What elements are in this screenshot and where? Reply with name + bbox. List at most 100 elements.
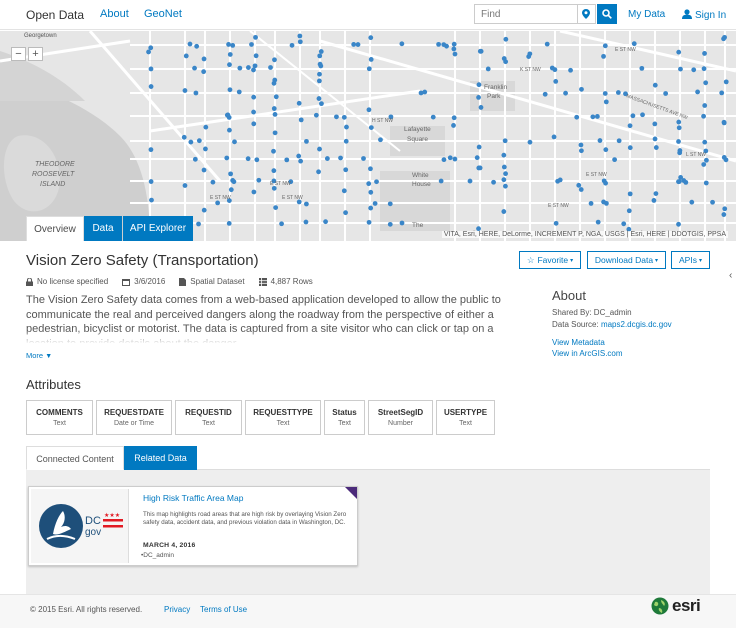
incident-point[interactable]	[378, 137, 383, 143]
incident-point[interactable]	[224, 155, 230, 161]
data-source-link[interactable]: maps2.dcgis.dc.gov	[601, 320, 672, 329]
incident-point[interactable]	[702, 139, 708, 145]
incident-point[interactable]	[272, 77, 278, 83]
incident-point[interactable]	[148, 147, 154, 153]
incident-point[interactable]	[148, 84, 154, 89]
incident-point[interactable]	[289, 42, 295, 48]
tab-overview[interactable]: Overview	[26, 216, 84, 241]
incident-point[interactable]	[268, 65, 273, 70]
incident-point[interactable]	[438, 178, 444, 184]
incident-point[interactable]	[368, 125, 374, 131]
incident-point[interactable]	[467, 178, 473, 184]
incident-point[interactable]	[578, 148, 584, 154]
incident-point[interactable]	[196, 138, 202, 144]
incident-point[interactable]	[344, 124, 349, 130]
incident-point[interactable]	[399, 220, 405, 226]
incident-point[interactable]	[639, 65, 645, 71]
view-metadata-link[interactable]: View Metadata	[552, 338, 605, 347]
incident-point[interactable]	[430, 114, 436, 120]
incident-point[interactable]	[271, 168, 277, 174]
incident-point[interactable]	[251, 94, 257, 100]
incident-point[interactable]	[249, 42, 254, 47]
incident-point[interactable]	[612, 157, 618, 163]
incident-point[interactable]	[663, 91, 669, 96]
incident-point[interactable]	[652, 121, 658, 127]
chevron-left-icon[interactable]: ‹	[729, 270, 732, 281]
privacy-link[interactable]: Privacy	[164, 605, 190, 614]
incident-point[interactable]	[317, 53, 323, 59]
esri-logo[interactable]: esri	[651, 596, 701, 616]
incident-point[interactable]	[366, 219, 372, 225]
incident-point[interactable]	[374, 179, 379, 185]
incident-point[interactable]	[251, 109, 256, 115]
incident-point[interactable]	[316, 96, 322, 101]
incident-point[interactable]	[228, 171, 233, 177]
incident-point[interactable]	[551, 134, 557, 140]
incident-point[interactable]	[251, 189, 257, 195]
incident-point[interactable]	[343, 138, 349, 144]
incident-point[interactable]	[594, 114, 600, 119]
incident-point[interactable]	[192, 65, 197, 71]
incident-point[interactable]	[230, 43, 236, 48]
incident-point[interactable]	[368, 189, 374, 195]
incident-point[interactable]	[246, 65, 251, 70]
incident-point[interactable]	[588, 201, 594, 206]
incident-point[interactable]	[701, 66, 707, 72]
incident-point[interactable]	[201, 207, 207, 213]
incident-point[interactable]	[343, 167, 349, 173]
incident-point[interactable]	[723, 79, 729, 85]
incident-point[interactable]	[324, 156, 330, 161]
incident-point[interactable]	[653, 191, 659, 197]
incident-point[interactable]	[236, 89, 242, 95]
incident-point[interactable]	[368, 166, 373, 172]
incident-point[interactable]	[203, 146, 208, 152]
download-data-button[interactable]: Download Data ▾	[587, 251, 666, 269]
incident-point[interactable]	[602, 43, 608, 49]
incident-point[interactable]	[601, 53, 606, 59]
incident-point[interactable]	[317, 146, 322, 152]
incident-point[interactable]	[227, 127, 232, 133]
incident-point[interactable]	[313, 112, 319, 118]
incident-point[interactable]	[553, 79, 559, 84]
incident-point[interactable]	[252, 63, 258, 69]
incident-point[interactable]	[148, 45, 154, 51]
incident-point[interactable]	[451, 46, 457, 52]
incident-point[interactable]	[226, 42, 231, 47]
incident-point[interactable]	[601, 178, 607, 184]
incident-point[interactable]	[192, 156, 198, 162]
incident-point[interactable]	[701, 162, 707, 167]
terms-link[interactable]: Terms of Use	[200, 605, 247, 614]
incident-point[interactable]	[253, 34, 258, 40]
incident-point[interactable]	[253, 53, 259, 59]
more-link[interactable]: More ▼	[26, 351, 52, 360]
incident-point[interactable]	[695, 89, 700, 95]
incident-point[interactable]	[201, 167, 207, 173]
site-brand[interactable]: Open Data	[26, 8, 84, 22]
incident-point[interactable]	[578, 187, 584, 192]
incident-point[interactable]	[652, 136, 658, 142]
incident-point[interactable]	[304, 138, 309, 144]
incident-point[interactable]	[303, 219, 309, 225]
card-title-link[interactable]: High Risk Traffic Area Map	[143, 493, 243, 503]
incident-point[interactable]	[502, 138, 508, 144]
incident-point[interactable]	[603, 99, 609, 105]
incident-point[interactable]	[626, 208, 632, 214]
incident-point[interactable]	[148, 179, 154, 184]
incident-point[interactable]	[422, 89, 428, 95]
incident-point[interactable]	[368, 35, 374, 41]
incident-point[interactable]	[372, 201, 378, 206]
incident-point[interactable]	[341, 114, 347, 120]
incident-point[interactable]	[451, 115, 457, 121]
incident-point[interactable]	[203, 124, 209, 130]
incident-point[interactable]	[503, 171, 508, 177]
incident-point[interactable]	[188, 139, 194, 145]
view-arcgis-link[interactable]: View in ArcGIS.com	[552, 349, 623, 358]
incident-point[interactable]	[451, 41, 457, 47]
incident-point[interactable]	[579, 86, 584, 92]
incident-point[interactable]	[595, 219, 601, 225]
incident-point[interactable]	[703, 180, 709, 186]
attribute-card[interactable]: REQUESTID Text	[175, 400, 242, 435]
incident-point[interactable]	[451, 123, 456, 128]
incident-point[interactable]	[476, 82, 482, 88]
incident-point[interactable]	[271, 106, 277, 111]
